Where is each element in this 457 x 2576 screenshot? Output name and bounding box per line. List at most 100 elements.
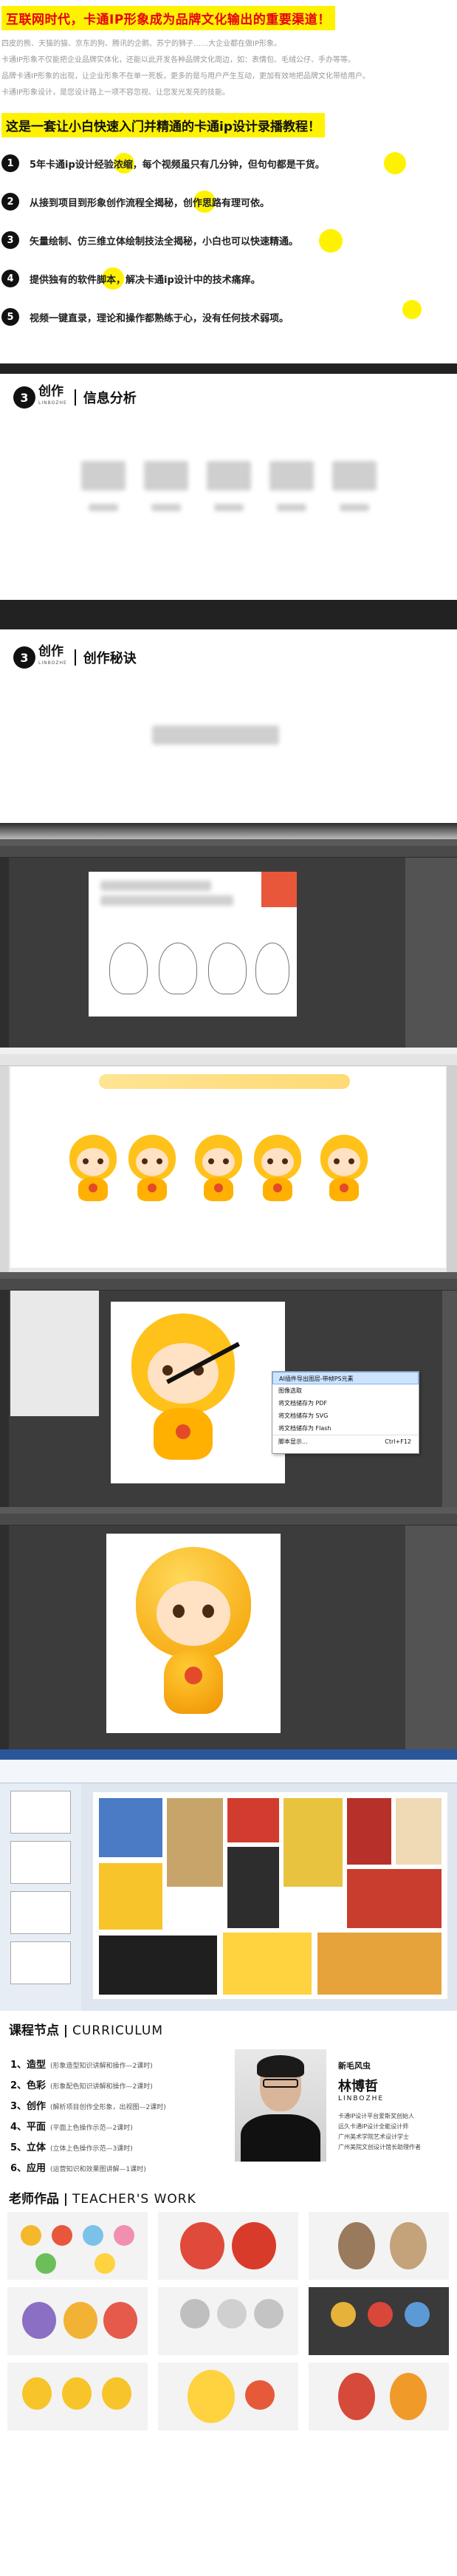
menu-item-save-flash[interactable]: 将文档储存为 Flash — [272, 1422, 419, 1435]
tool-panel — [0, 858, 9, 1048]
work-card[interactable] — [158, 2212, 298, 2280]
intro-paragraph: 四皮的熊、天猫的猫、京东的狗、腾讯的企鹅、苏宁的狮子……大企业都在做IP形象。 — [1, 40, 281, 48]
divider-band — [0, 823, 457, 839]
feature-item: 1 5年卡通ip设计经验浓缩，每个视频虽只有几分钟，但句句都是干货。 — [0, 151, 457, 176]
brand-logo-icon: 3 — [13, 646, 35, 669]
menu-bar — [0, 1048, 457, 1054]
feature-number: 2 — [1, 193, 19, 211]
brand-word: 创作 LINBOZHE — [38, 384, 67, 406]
sketch-figure — [109, 943, 148, 994]
curriculum-item: 3、创作 (解析项目创作全形象，出视图—2课时) — [10, 2101, 166, 2112]
teacher-name-en: LINBOZHE — [338, 2095, 385, 2102]
section-header: 3 创作 LINBOZHE 信息分析 — [13, 386, 137, 409]
menu-bar — [0, 1507, 457, 1514]
screenshot-presentation — [0, 1749, 457, 2011]
feature-text: 视频一键直录，理论和操作都熟练于心，没有任何技术弱项。 — [30, 312, 289, 324]
layers-panel[interactable] — [442, 1291, 457, 1507]
layers-panel[interactable] — [447, 1066, 457, 1272]
brand-logo-icon: 3 — [13, 386, 35, 409]
feature-number: 4 — [1, 270, 19, 287]
feature-text: 矢量绘制、仿三维立体绘制技法全揭秘，小白也可以快速精通。 — [30, 236, 299, 247]
page: 互联网时代，卡通IP形象成为品牌文化输出的重要渠道！ 四皮的熊、天猫的猫、京东的… — [0, 0, 457, 2435]
work-card[interactable] — [309, 2212, 449, 2280]
intro-section: 互联网时代，卡通IP形象成为品牌文化输出的重要渠道！ 四皮的熊、天猫的猫、京东的… — [0, 0, 457, 363]
color-swatch — [261, 872, 297, 907]
canvas[interactable] — [106, 1534, 281, 1733]
teacher-works-section: 老师作品 | TEACHER'S WORK — [0, 2182, 457, 2435]
highlight-dot — [319, 229, 343, 253]
blurred-content — [269, 461, 314, 491]
teacher-bio: 卡通IP设计平台爱斯奖创始人 远久卡通IP设计全能设计师 广州美术学院艺术设计学… — [338, 2113, 421, 2150]
toolbar — [0, 1054, 457, 1066]
blurred-content — [100, 881, 211, 891]
tool-panel — [0, 1291, 9, 1507]
canvas[interactable] — [111, 1302, 285, 1483]
headline: 互联网时代，卡通IP形象成为品牌文化输出的重要渠道！ — [1, 6, 335, 30]
work-card[interactable] — [7, 2212, 148, 2280]
menu-item-scripts[interactable]: 脚本显示... Ctrl+F12 — [272, 1435, 419, 1447]
section-title: 信息分析 — [83, 391, 137, 406]
work-card[interactable] — [158, 2363, 298, 2430]
slide-canvas[interactable] — [93, 1792, 447, 1999]
canvas[interactable] — [10, 1067, 446, 1268]
brand-word: 创作 LINBOZHE — [38, 644, 67, 666]
divider-band — [0, 363, 457, 374]
teacher-name: 林博哲 — [338, 2079, 378, 2094]
layers-panel[interactable] — [405, 858, 457, 1048]
blurred-content — [100, 895, 233, 906]
curriculum-item: 1、造型 (形象造型知识讲解和操作—2课时) — [10, 2060, 153, 2071]
toolbar — [0, 1514, 457, 1526]
context-menu[interactable]: AI插件导出图层-带帧PS元素 图像选取 将文档储存为 PDF 将文档储存为 S… — [272, 1371, 419, 1454]
layers-panel[interactable] — [405, 1526, 457, 1749]
highlight-dot — [384, 152, 406, 174]
menu-item-save-svg[interactable]: 将文档储存为 SVG — [272, 1410, 419, 1422]
feature-number: 3 — [1, 231, 19, 249]
curriculum-title: 课程节点 | CURRICULUM — [9, 2023, 164, 2038]
toolbar — [0, 1279, 457, 1291]
work-card[interactable] — [7, 2287, 148, 2355]
blurred-content — [277, 504, 306, 511]
curriculum-item: 5、立体 (立体上色操作示范—3课时) — [10, 2142, 133, 2153]
work-card[interactable] — [158, 2287, 298, 2355]
menu-bar — [0, 1272, 457, 1279]
highlight-dot — [402, 300, 422, 319]
menu-item-save-pdf[interactable]: 将文档储存为 PDF — [272, 1397, 419, 1410]
feature-text: 5年卡通ip设计经验浓缩，每个视频虽只有几分钟，但句句都是干货。 — [30, 159, 325, 171]
slide-thumbnails[interactable] — [0, 1783, 81, 2011]
feature-item: 4 提供独有的软件脚本，解决卡通ip设计中的技术痛痒。 — [0, 266, 457, 291]
tool-panel — [0, 1066, 9, 1272]
course-subtitle: 这是一套让小白快速入门并精通的卡通ip设计录播教程！ — [1, 113, 325, 137]
blurred-content — [144, 461, 188, 491]
tool-panel — [0, 1526, 9, 1749]
blurred-content — [152, 725, 279, 745]
menu-item-export-layers[interactable]: AI插件导出图层-带帧PS元素 — [272, 1372, 419, 1384]
intro-paragraph: 卡通IP形象不仅能把企业品牌实体化，还能以此开发各种品牌文化周边，如：表情包、毛… — [1, 56, 355, 64]
file-menu[interactable] — [10, 1291, 99, 1416]
menu-shortcut: Ctrl+F12 — [385, 1438, 411, 1445]
divider — [74, 649, 76, 666]
curriculum-section: 课程节点 | CURRICULUM 1、造型 (形象造型知识讲解和操作—2课时) … — [0, 2011, 457, 2182]
menu-item-label: 脚本显示... — [278, 1438, 308, 1445]
feature-text: 从接到项目到形象创作流程全揭秘，创作思路有理可依。 — [30, 197, 270, 209]
teacher-photo — [235, 2049, 326, 2162]
feature-item: 2 从接到项目到形象创作流程全揭秘，创作思路有理可依。 — [0, 189, 457, 214]
blurred-content — [151, 504, 181, 511]
mascot-row-partial — [99, 1074, 350, 1089]
sketch-figure — [159, 943, 197, 994]
divider-band — [0, 600, 457, 629]
menu-item-select-image[interactable]: 图像选取 — [272, 1384, 419, 1397]
feature-item: 3 矢量绘制、仿三维立体绘制技法全揭秘，小白也可以快速精通。 — [0, 228, 457, 253]
work-card[interactable] — [309, 2287, 449, 2355]
divider — [74, 389, 76, 406]
screenshot-sketch — [0, 839, 457, 1048]
work-card[interactable] — [309, 2363, 449, 2430]
work-card[interactable] — [7, 2363, 148, 2430]
feature-item: 5 视频一键直录，理论和操作都熟练于心，没有任何技术弱项。 — [0, 300, 457, 329]
section-header: 3 创作 LINBOZHE 创作秘诀 — [13, 646, 137, 669]
screenshot-render — [0, 1507, 457, 1749]
blurred-content — [340, 504, 369, 511]
works-title: 老师作品 | TEACHER'S WORK — [9, 2192, 196, 2207]
canvas[interactable] — [89, 872, 297, 1017]
intro-paragraph: 卡通IP形象设计，是您设计路上一项不容忽视、让您发光发亮的技能。 — [1, 89, 230, 97]
secret-section: 3 创作 LINBOZHE 创作秘诀 — [0, 629, 457, 823]
